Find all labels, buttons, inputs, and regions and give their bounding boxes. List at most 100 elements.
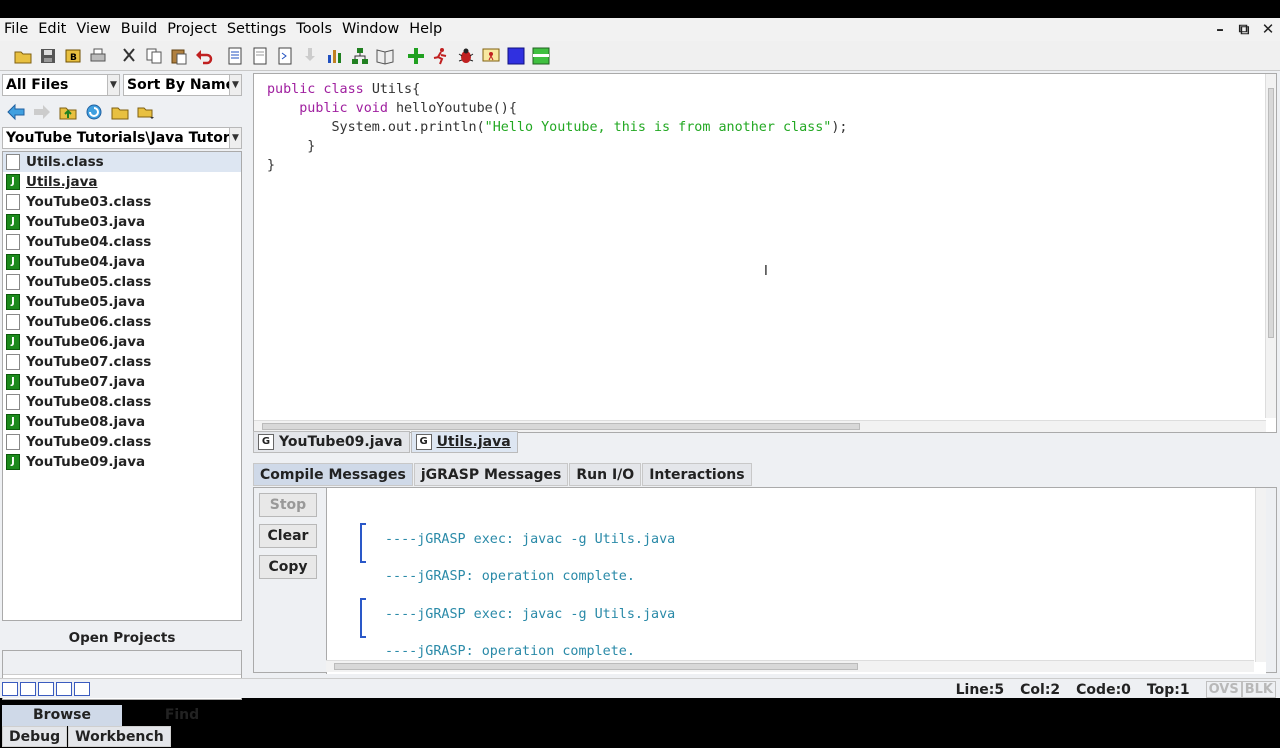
code-text[interactable]: public class Utils{ public void helloYou…: [267, 80, 847, 175]
file-item[interactable]: YouTube07.class: [3, 352, 241, 372]
file-item-utils-class[interactable]: Utils.class: [3, 152, 241, 172]
tab-jgrasp-messages[interactable]: jGRASP Messages: [413, 463, 569, 486]
directory-path-select[interactable]: YouTube Tutorials\Java Tutorials ▼: [2, 127, 242, 149]
class-file-icon: [6, 194, 20, 210]
menu-project[interactable]: Project: [162, 18, 222, 41]
menu-settings[interactable]: Settings: [222, 18, 291, 41]
clear-button[interactable]: Clear: [259, 524, 317, 548]
tree-icon[interactable]: [348, 44, 371, 67]
file-item[interactable]: YouTube09.class: [3, 432, 241, 452]
toolbar: B: [0, 41, 1280, 71]
tab-run-io[interactable]: Run I/O: [569, 463, 642, 486]
tab-compile-messages[interactable]: Compile Messages: [253, 463, 413, 486]
copy-icon[interactable]: [142, 44, 165, 67]
file-item[interactable]: YouTube03.class: [3, 192, 241, 212]
status-info: Line:5 Col:2 Code:0 Top:1 OVS BLK: [956, 681, 1276, 698]
print-icon[interactable]: [86, 44, 109, 67]
menu-view[interactable]: View: [71, 18, 115, 41]
debug-workbench-tabs: Debug Workbench: [2, 726, 171, 747]
menu-tools[interactable]: Tools: [291, 18, 337, 41]
svg-text:B: B: [70, 53, 77, 63]
file-item[interactable]: J YouTube03.java: [3, 212, 241, 232]
browse-icon[interactable]: B: [61, 44, 84, 67]
run-icon[interactable]: [429, 44, 452, 67]
tab-browse[interactable]: Browse: [2, 705, 122, 726]
message-bracket: [360, 598, 366, 638]
status-code: Code:0: [1076, 681, 1131, 698]
restore-icon[interactable]: ⧉: [1234, 19, 1254, 39]
editor-vertical-scrollbar[interactable]: [1265, 74, 1276, 418]
paste-icon[interactable]: [167, 44, 190, 67]
menu-build[interactable]: Build: [116, 18, 162, 41]
minimize-icon[interactable]: –: [1210, 19, 1230, 39]
messages-horizontal-scrollbar[interactable]: [326, 660, 1254, 672]
debug-icon[interactable]: [454, 44, 477, 67]
close-icon[interactable]: ✕: [1258, 19, 1278, 39]
editor-tabs: G YouTube09.java G Utils.java: [253, 431, 1277, 454]
layout-cascade-icon[interactable]: [2, 681, 18, 696]
file-item-utils-java[interactable]: J Utils.java: [3, 172, 241, 192]
refresh-icon[interactable]: [82, 100, 105, 123]
open-folder-icon[interactable]: [11, 44, 34, 67]
file-item[interactable]: J YouTube09.java: [3, 452, 241, 472]
file-item[interactable]: J YouTube05.java: [3, 292, 241, 312]
tab-debug[interactable]: Debug: [2, 726, 68, 747]
uml-icon[interactable]: [323, 44, 346, 67]
layout-horizontal-icon[interactable]: [56, 681, 72, 696]
file-filter-select[interactable]: All Files ▼: [2, 74, 120, 96]
stop-button[interactable]: Stop: [259, 493, 317, 517]
book-icon[interactable]: [373, 44, 396, 67]
tab-utils-java[interactable]: G Utils.java: [410, 431, 518, 453]
remove-csd-icon[interactable]: [248, 44, 271, 67]
save-icon[interactable]: [36, 44, 59, 67]
run-applet-icon[interactable]: [479, 44, 502, 67]
fold-icon[interactable]: [273, 44, 296, 67]
class-file-icon: [6, 234, 20, 250]
window-layout-icons: [0, 681, 90, 696]
code-editor[interactable]: public class Utils{ public void helloYou…: [253, 73, 1277, 433]
up-folder-icon[interactable]: [56, 100, 79, 123]
menu-help[interactable]: Help: [404, 18, 447, 41]
file-item[interactable]: YouTube04.class: [3, 232, 241, 252]
tab-interactions[interactable]: Interactions: [642, 463, 752, 486]
file-item[interactable]: J YouTube04.java: [3, 252, 241, 272]
undo-icon[interactable]: [192, 44, 215, 67]
forward-icon[interactable]: [30, 100, 53, 123]
tab-find[interactable]: Find: [122, 705, 242, 726]
menu-window[interactable]: Window: [337, 18, 404, 41]
ovs-indicator: OVS: [1205, 681, 1242, 698]
back-icon[interactable]: [4, 100, 27, 123]
layout-minimize-icon[interactable]: [74, 681, 90, 696]
generate-csd-icon[interactable]: [223, 44, 246, 67]
new-folder-icon[interactable]: [108, 100, 131, 123]
file-item[interactable]: YouTube05.class: [3, 272, 241, 292]
file-item[interactable]: J YouTube07.java: [3, 372, 241, 392]
messages-vertical-scrollbar[interactable]: [1255, 488, 1266, 662]
message-output[interactable]: ----jGRASP exec: javac -g Utils.java ---…: [326, 488, 1266, 674]
copy-button[interactable]: Copy: [259, 555, 317, 579]
folder-menu-icon[interactable]: [134, 100, 157, 123]
java-file-icon: J: [6, 254, 20, 270]
cut-icon[interactable]: [117, 44, 140, 67]
browse-nav-icons: [4, 100, 157, 123]
menu-file[interactable]: File: [0, 18, 33, 41]
status-top: Top:1: [1146, 681, 1190, 698]
class-file-icon: [6, 274, 20, 290]
layout-vertical-icon[interactable]: [38, 681, 54, 696]
file-item[interactable]: YouTube06.class: [3, 312, 241, 332]
class-file-icon: [6, 434, 20, 450]
layout-tile-icon[interactable]: [20, 681, 36, 696]
tab-workbench[interactable]: Workbench: [68, 726, 171, 747]
compile-icon[interactable]: [404, 44, 427, 67]
tab-youtube09-java[interactable]: G YouTube09.java: [253, 431, 410, 453]
file-item[interactable]: J YouTube08.java: [3, 412, 241, 432]
menu-edit[interactable]: Edit: [33, 18, 71, 41]
canvas-icon[interactable]: [529, 44, 552, 67]
class-file-icon: [6, 394, 20, 410]
pin-icon[interactable]: [298, 44, 321, 67]
sort-select[interactable]: Sort By Name ▼: [123, 74, 242, 96]
file-item[interactable]: J YouTube06.java: [3, 332, 241, 352]
stop-icon[interactable]: [504, 44, 527, 67]
class-file-icon: [6, 314, 20, 330]
file-item[interactable]: YouTube08.class: [3, 392, 241, 412]
